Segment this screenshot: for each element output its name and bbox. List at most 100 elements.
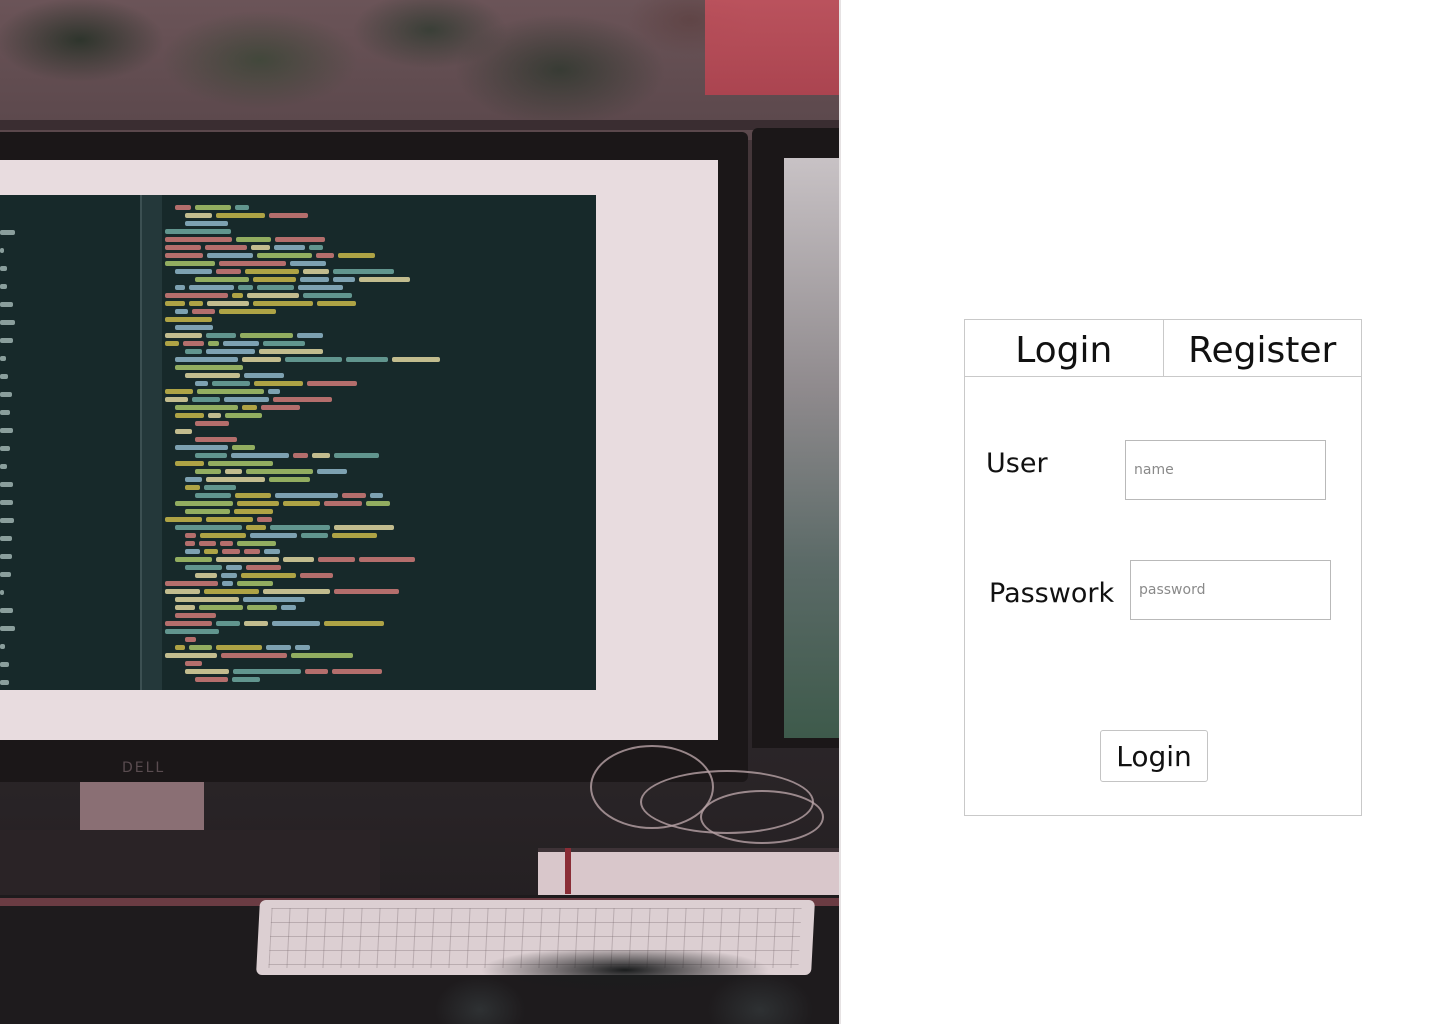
- code-line: [253, 277, 296, 282]
- code-line: [253, 301, 313, 306]
- code-line: [165, 237, 232, 242]
- code-line: [259, 349, 323, 354]
- user-input[interactable]: [1125, 440, 1326, 500]
- code-line: [175, 309, 188, 314]
- code-line: [263, 589, 330, 594]
- code-line: [293, 453, 308, 458]
- code-line: [297, 333, 323, 338]
- code-line: [175, 325, 213, 330]
- code-line: [224, 397, 269, 402]
- code-line: [251, 245, 270, 250]
- code-line: [185, 477, 202, 482]
- code-line: [237, 581, 273, 586]
- code-line: [175, 205, 191, 210]
- code-line: [204, 549, 218, 554]
- auth-tabs: Login Register: [965, 320, 1361, 377]
- notebook: [538, 848, 839, 898]
- code-line: [185, 533, 196, 538]
- code-line: [240, 333, 293, 338]
- code-line: [316, 253, 334, 258]
- code-line: [366, 501, 390, 506]
- code-line: [212, 381, 250, 386]
- code-line: [246, 469, 313, 474]
- code-line: [206, 349, 255, 354]
- code-line: [175, 285, 185, 290]
- code-line: [185, 349, 202, 354]
- code-line: [270, 525, 330, 530]
- code-line: [283, 501, 320, 506]
- code-line: [204, 589, 259, 594]
- code-line: [219, 309, 276, 314]
- code-line: [298, 285, 343, 290]
- code-line: [247, 293, 299, 298]
- code-line: [0, 374, 8, 379]
- monitor-logo: DELL: [122, 760, 166, 776]
- code-line: [223, 341, 259, 346]
- code-line: [266, 645, 291, 650]
- page: DELL Login Register User Passwork Login: [0, 0, 1440, 1024]
- hero-divider: [839, 0, 841, 1024]
- code-line: [208, 461, 273, 466]
- tab-login[interactable]: Login: [965, 320, 1163, 376]
- code-line: [0, 644, 5, 649]
- code-line: [312, 453, 330, 458]
- code-line: [175, 557, 212, 562]
- code-line: [257, 253, 312, 258]
- code-line: [246, 525, 266, 530]
- code-line: [175, 461, 204, 466]
- code-line: [199, 605, 243, 610]
- code-line: [0, 410, 10, 415]
- code-line: [175, 357, 238, 362]
- hero-photo: DELL: [0, 0, 839, 1024]
- code-line: [300, 573, 333, 578]
- code-line: [0, 248, 4, 253]
- login-button[interactable]: Login: [1100, 730, 1208, 782]
- code-line: [195, 453, 227, 458]
- password-input[interactable]: [1130, 560, 1331, 620]
- code-line: [185, 509, 230, 514]
- earphone-cable: [700, 790, 824, 844]
- code-line: [275, 237, 325, 242]
- code-line: [0, 356, 6, 361]
- code-line: [0, 590, 4, 595]
- code-line: [0, 464, 7, 469]
- code-line: [185, 637, 196, 642]
- code-line: [244, 549, 260, 554]
- code-line: [165, 581, 218, 586]
- code-line: [175, 525, 242, 530]
- code-line: [175, 645, 185, 650]
- code-line: [165, 261, 215, 266]
- code-line: [243, 597, 305, 602]
- wall-edge: [0, 120, 839, 130]
- code-line: [195, 573, 217, 578]
- headphones: [410, 950, 839, 1024]
- code-line: [165, 253, 203, 258]
- code-line: [195, 437, 237, 442]
- user-label: User: [986, 448, 1048, 479]
- code-line: [195, 469, 221, 474]
- code-line: [324, 621, 384, 626]
- code-line: [273, 397, 332, 402]
- code-line: [370, 493, 383, 498]
- code-line: [195, 277, 249, 282]
- code-line: [261, 405, 300, 410]
- code-line: [359, 557, 415, 562]
- code-line: [0, 572, 11, 577]
- code-line: [221, 573, 237, 578]
- code-line: [220, 541, 233, 546]
- code-line: [334, 589, 399, 594]
- second-monitor-screen: [784, 158, 839, 738]
- code-line: [237, 501, 279, 506]
- code-line: [199, 541, 216, 546]
- code-line: [0, 500, 13, 505]
- code-line: [338, 253, 375, 258]
- code-line: [346, 357, 388, 362]
- code-line: [0, 266, 7, 271]
- tab-register[interactable]: Register: [1162, 320, 1362, 376]
- code-line: [175, 405, 238, 410]
- code-line: [269, 213, 308, 218]
- code-line: [235, 493, 271, 498]
- code-line: [189, 301, 203, 306]
- code-line: [263, 341, 305, 346]
- code-line: [216, 213, 265, 218]
